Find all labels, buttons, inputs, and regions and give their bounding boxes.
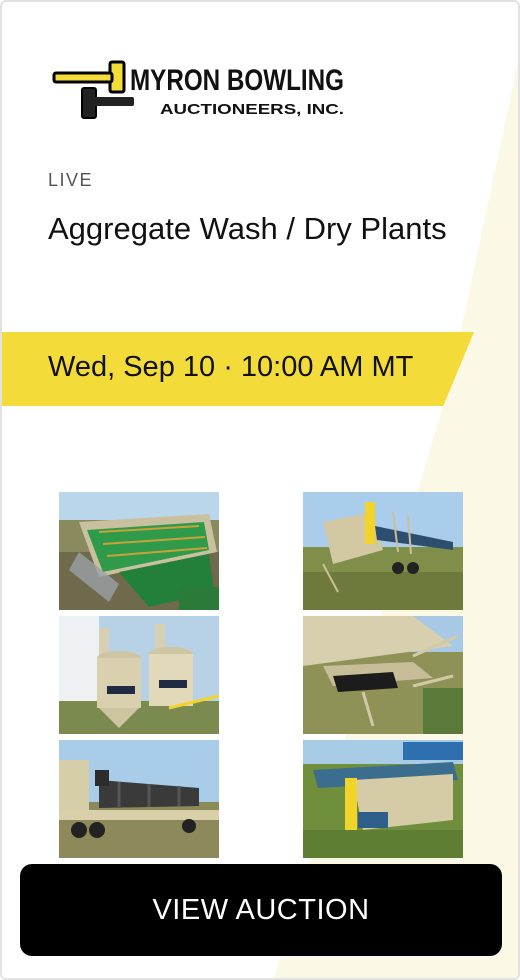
rotary-dryer-trailer-photo[interactable] [59, 740, 219, 858]
svg-text:AUCTIONEERS, INC.: AUCTIONEERS, INC. [160, 101, 344, 118]
green-screen-deck-photo[interactable] [59, 492, 219, 610]
auction-status: LIVE [48, 170, 94, 190]
superior-wash-tanks-photo[interactable] [59, 616, 219, 734]
conveyor-hopper-photo[interactable] [303, 492, 463, 610]
auction-title: Aggregate Wash / Dry Plants [48, 211, 447, 246]
conveyor-belt-closeup-photo[interactable] [303, 616, 463, 734]
auction-card: MYRON BOWLING AUCTIONEERS, INC. LIVE Agg… [0, 0, 520, 980]
date-banner: Wed, Sep 10 · 10:00 AM MT [2, 332, 474, 406]
company-logo: MYRON BOWLING AUCTIONEERS, INC. [52, 60, 352, 122]
svg-text:MYRON BOWLING: MYRON BOWLING [130, 64, 344, 97]
gavel-icon: MYRON BOWLING AUCTIONEERS, INC. [52, 60, 344, 119]
auction-date: Wed, Sep 10 · 10:00 AM MT [48, 351, 414, 383]
view-auction-button[interactable]: VIEW AUCTION [20, 864, 502, 956]
feeder-hopper-photo[interactable] [303, 740, 463, 858]
